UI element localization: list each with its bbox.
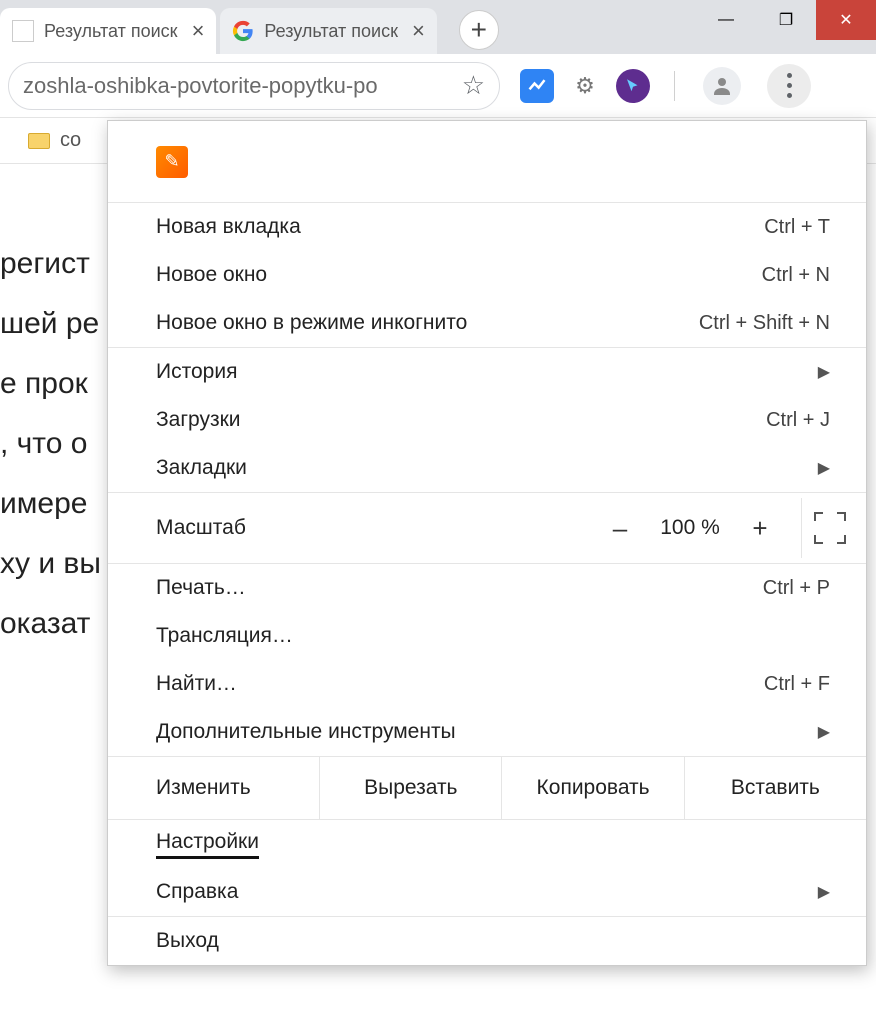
chrome-main-menu: ✎ Новая вкладка Ctrl + T Новое окно Ctrl… xyxy=(107,120,867,966)
window-close-button[interactable]: ✕ xyxy=(816,0,876,40)
menu-copy-button[interactable]: Копировать xyxy=(502,757,684,819)
extension-cursor-icon[interactable] xyxy=(616,69,650,103)
new-tab-button[interactable]: + xyxy=(459,10,499,50)
zoom-in-button[interactable]: + xyxy=(735,513,785,544)
menu-more-tools[interactable]: Дополнительные инструменты ▶ xyxy=(108,708,866,756)
favicon-google xyxy=(232,20,254,42)
menu-edit-label: Изменить xyxy=(108,757,320,819)
menu-new-window[interactable]: Новое окно Ctrl + N xyxy=(108,251,866,299)
page-content: регист шей ре е прок , что о имере ху и … xyxy=(0,164,101,654)
window-maximize-button[interactable]: ❐ xyxy=(756,0,816,40)
fullscreen-icon[interactable] xyxy=(810,512,850,544)
folder-icon xyxy=(28,133,50,149)
window-minimize-button[interactable]: — xyxy=(696,0,756,40)
browser-tab-0[interactable]: Результат поиск × xyxy=(0,8,216,54)
menu-cast[interactable]: Трансляция… xyxy=(108,612,866,660)
chevron-right-icon: ▶ xyxy=(818,882,830,902)
extensions-row: ⚙ xyxy=(520,64,811,108)
toolbar-separator xyxy=(674,71,675,101)
bookmark-star-icon[interactable]: ☆ xyxy=(462,70,485,101)
extension-linechart-icon[interactable] xyxy=(520,69,554,103)
menu-history[interactable]: История ▶ xyxy=(108,348,866,396)
menu-zoom-row: Масштаб – 100 % + xyxy=(108,493,866,563)
menu-edit-row: Изменить Вырезать Копировать Вставить xyxy=(108,756,866,820)
browser-toolbar: zoshla-oshibka-povtorite-popytku-po ☆ ⚙ xyxy=(0,54,876,118)
menu-downloads[interactable]: Загрузки Ctrl + J xyxy=(108,396,866,444)
close-tab-icon[interactable]: × xyxy=(412,18,425,44)
main-menu-button[interactable] xyxy=(767,64,811,108)
tab-title: Результат поиск xyxy=(264,21,398,42)
profile-avatar-button[interactable] xyxy=(703,67,741,105)
menu-header: ✎ xyxy=(108,121,866,203)
bookmark-folder-label[interactable]: co xyxy=(60,129,81,152)
menu-cut-button[interactable]: Вырезать xyxy=(320,757,502,819)
menu-new-tab[interactable]: Новая вкладка Ctrl + T xyxy=(108,203,866,251)
chevron-right-icon: ▶ xyxy=(818,362,830,382)
menu-settings[interactable]: Настройки xyxy=(108,820,866,868)
close-tab-icon[interactable]: × xyxy=(192,18,205,44)
zoom-value: 100 % xyxy=(645,516,735,540)
address-bar-text: zoshla-oshibka-povtorite-popytku-po xyxy=(23,73,378,99)
tab-strip: Результат поиск × Результат поиск × + — … xyxy=(0,0,876,54)
window-controls: — ❐ ✕ xyxy=(696,0,876,40)
browser-tab-1[interactable]: Результат поиск × xyxy=(220,8,436,54)
menu-separator xyxy=(801,498,802,558)
menu-help[interactable]: Справка ▶ xyxy=(108,868,866,916)
menu-new-incognito[interactable]: Новое окно в режиме инкогнито Ctrl + Shi… xyxy=(108,299,866,347)
address-bar[interactable]: zoshla-oshibka-povtorite-popytku-po ☆ xyxy=(8,62,500,110)
menu-bookmarks[interactable]: Закладки ▶ xyxy=(108,444,866,492)
menu-exit[interactable]: Выход xyxy=(108,917,866,965)
menu-find[interactable]: Найти… Ctrl + F xyxy=(108,660,866,708)
extension-reader-icon[interactable]: ✎ xyxy=(156,146,188,178)
menu-paste-button[interactable]: Вставить xyxy=(685,757,866,819)
favicon-blank xyxy=(12,20,34,42)
tab-title: Результат поиск xyxy=(44,21,178,42)
chevron-right-icon: ▶ xyxy=(818,722,830,742)
extension-gear-icon[interactable]: ⚙ xyxy=(568,69,602,103)
menu-print[interactable]: Печать… Ctrl + P xyxy=(108,564,866,612)
chevron-right-icon: ▶ xyxy=(818,458,830,478)
zoom-out-button[interactable]: – xyxy=(595,513,645,544)
